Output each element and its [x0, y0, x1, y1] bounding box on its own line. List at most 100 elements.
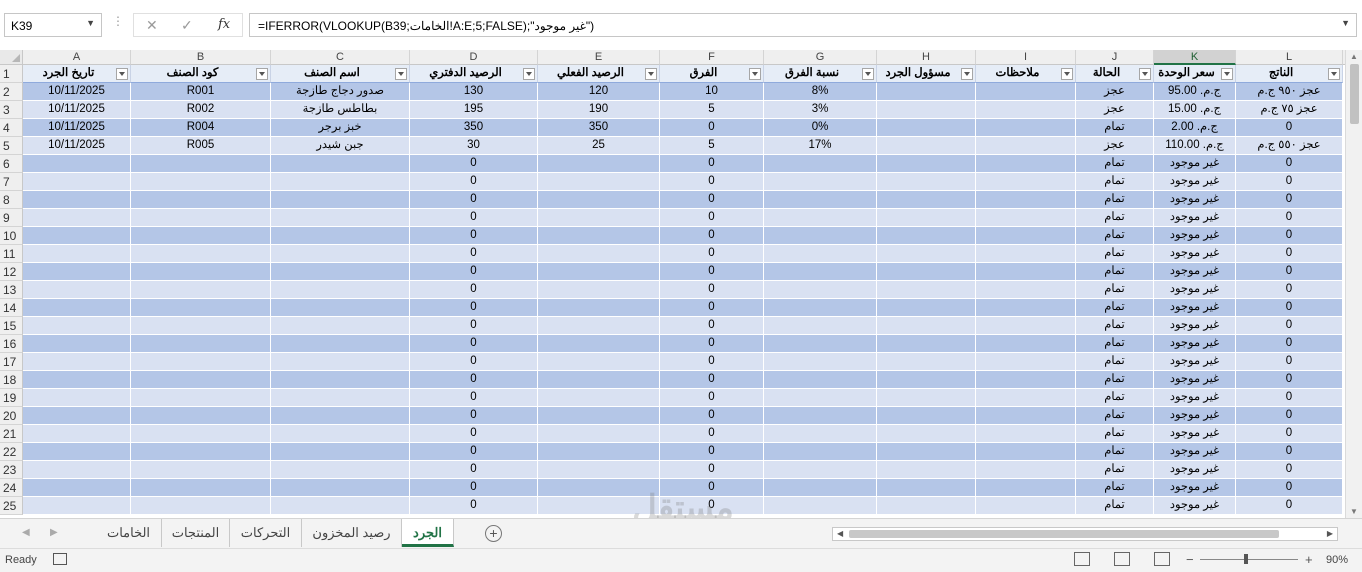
table-cell[interactable]	[877, 209, 976, 227]
table-cell[interactable]: 0	[660, 227, 764, 245]
row-header[interactable]: 19	[0, 389, 23, 407]
table-cell[interactable]	[877, 497, 976, 515]
table-cell[interactable]	[877, 245, 976, 263]
table-cell[interactable]	[764, 209, 877, 227]
scroll-right-icon[interactable]: ▶	[1327, 528, 1333, 540]
table-cell[interactable]: R001	[131, 83, 271, 101]
table-cell[interactable]	[23, 263, 131, 281]
table-cell[interactable]	[538, 209, 660, 227]
table-cell[interactable]	[764, 317, 877, 335]
scroll-left-icon[interactable]: ◀	[837, 528, 843, 540]
table-cell[interactable]: ج.م. 95.00	[1154, 83, 1236, 101]
table-cell[interactable]: 350	[538, 119, 660, 137]
table-cell[interactable]	[23, 443, 131, 461]
table-cell[interactable]: غير موجود	[1154, 245, 1236, 263]
table-cell[interactable]	[131, 425, 271, 443]
table-cell[interactable]	[976, 479, 1076, 497]
row-header[interactable]: 17	[0, 353, 23, 371]
table-cell[interactable]	[764, 479, 877, 497]
table-cell[interactable]: 0	[410, 281, 538, 299]
table-cell[interactable]	[538, 407, 660, 425]
table-cell[interactable]: جبن شيدر	[271, 137, 410, 155]
table-cell[interactable]	[23, 479, 131, 497]
table-cell[interactable]: 0	[1236, 173, 1343, 191]
table-cell[interactable]	[131, 497, 271, 515]
cancel-icon[interactable]: ✕	[146, 17, 158, 34]
table-cell[interactable]	[877, 281, 976, 299]
header-cell[interactable]: الرصيد الدفتري	[410, 65, 538, 83]
table-cell[interactable]	[764, 461, 877, 479]
table-cell[interactable]	[538, 335, 660, 353]
table-cell[interactable]	[271, 497, 410, 515]
table-cell[interactable]: 350	[410, 119, 538, 137]
table-cell[interactable]	[271, 299, 410, 317]
table-cell[interactable]: غير موجود	[1154, 497, 1236, 515]
table-cell[interactable]: 25	[538, 137, 660, 155]
table-cell[interactable]	[131, 335, 271, 353]
table-cell[interactable]: 0	[410, 173, 538, 191]
table-cell[interactable]	[23, 299, 131, 317]
row-header[interactable]: 3	[0, 101, 23, 119]
column-header-j[interactable]: J	[1076, 50, 1154, 65]
table-cell[interactable]	[764, 371, 877, 389]
table-cell[interactable]: غير موجود	[1154, 443, 1236, 461]
table-cell[interactable]	[23, 461, 131, 479]
table-cell[interactable]	[131, 371, 271, 389]
column-header-d[interactable]: D	[410, 50, 538, 65]
table-cell[interactable]	[877, 137, 976, 155]
table-cell[interactable]: R002	[131, 101, 271, 119]
zoom-level[interactable]: 90%	[1326, 554, 1348, 566]
table-cell[interactable]: تمام	[1076, 119, 1154, 137]
table-cell[interactable]: غير موجود	[1154, 425, 1236, 443]
table-cell[interactable]	[764, 353, 877, 371]
table-cell[interactable]	[23, 335, 131, 353]
next-sheet-icon[interactable]: ▶	[50, 527, 58, 538]
table-cell[interactable]	[131, 191, 271, 209]
table-cell[interactable]	[23, 371, 131, 389]
normal-view-icon[interactable]	[1074, 552, 1090, 566]
header-cell[interactable]: اسم الصنف	[271, 65, 410, 83]
table-cell[interactable]: 0	[1236, 353, 1343, 371]
table-cell[interactable]: تمام	[1076, 425, 1154, 443]
table-cell[interactable]	[131, 245, 271, 263]
table-cell[interactable]: 0	[660, 497, 764, 515]
filter-dropdown-icon[interactable]	[1328, 68, 1340, 80]
table-cell[interactable]: 10	[660, 83, 764, 101]
table-cell[interactable]: غير موجود	[1154, 335, 1236, 353]
table-cell[interactable]: عجز ٥٥٠ ج.م	[1236, 137, 1343, 155]
table-cell[interactable]	[271, 371, 410, 389]
table-cell[interactable]: ج.م. 110.00	[1154, 137, 1236, 155]
table-cell[interactable]	[23, 191, 131, 209]
row-header[interactable]: 4	[0, 119, 23, 137]
table-cell[interactable]: R004	[131, 119, 271, 137]
header-cell[interactable]: مسؤول الجرد	[877, 65, 976, 83]
row-header[interactable]: 21	[0, 425, 23, 443]
table-cell[interactable]	[23, 209, 131, 227]
row-header[interactable]: 2	[0, 83, 23, 101]
table-cell[interactable]	[538, 497, 660, 515]
table-cell[interactable]: 5	[660, 101, 764, 119]
header-cell[interactable]: الفرق	[660, 65, 764, 83]
row-header[interactable]: 16	[0, 335, 23, 353]
table-cell[interactable]: 0	[1236, 245, 1343, 263]
table-cell[interactable]	[976, 227, 1076, 245]
table-cell[interactable]: 0	[660, 263, 764, 281]
table-cell[interactable]: 0	[1236, 443, 1343, 461]
table-cell[interactable]: 0	[410, 389, 538, 407]
table-cell[interactable]: 0	[660, 119, 764, 137]
tab-raw-materials[interactable]: الخامات	[96, 519, 162, 547]
table-cell[interactable]: ج.م. 15.00	[1154, 101, 1236, 119]
insert-function-icon[interactable]: fx	[218, 17, 230, 32]
table-cell[interactable]	[976, 497, 1076, 515]
row-header[interactable]: 10	[0, 227, 23, 245]
table-cell[interactable]	[877, 335, 976, 353]
table-cell[interactable]: بطاطس طازجة	[271, 101, 410, 119]
table-cell[interactable]: تمام	[1076, 227, 1154, 245]
table-cell[interactable]	[131, 407, 271, 425]
table-cell[interactable]: 0	[1236, 497, 1343, 515]
select-all-button[interactable]	[0, 50, 23, 65]
table-cell[interactable]: 0	[410, 479, 538, 497]
table-cell[interactable]	[877, 407, 976, 425]
table-cell[interactable]: تمام	[1076, 407, 1154, 425]
table-cell[interactable]	[23, 407, 131, 425]
